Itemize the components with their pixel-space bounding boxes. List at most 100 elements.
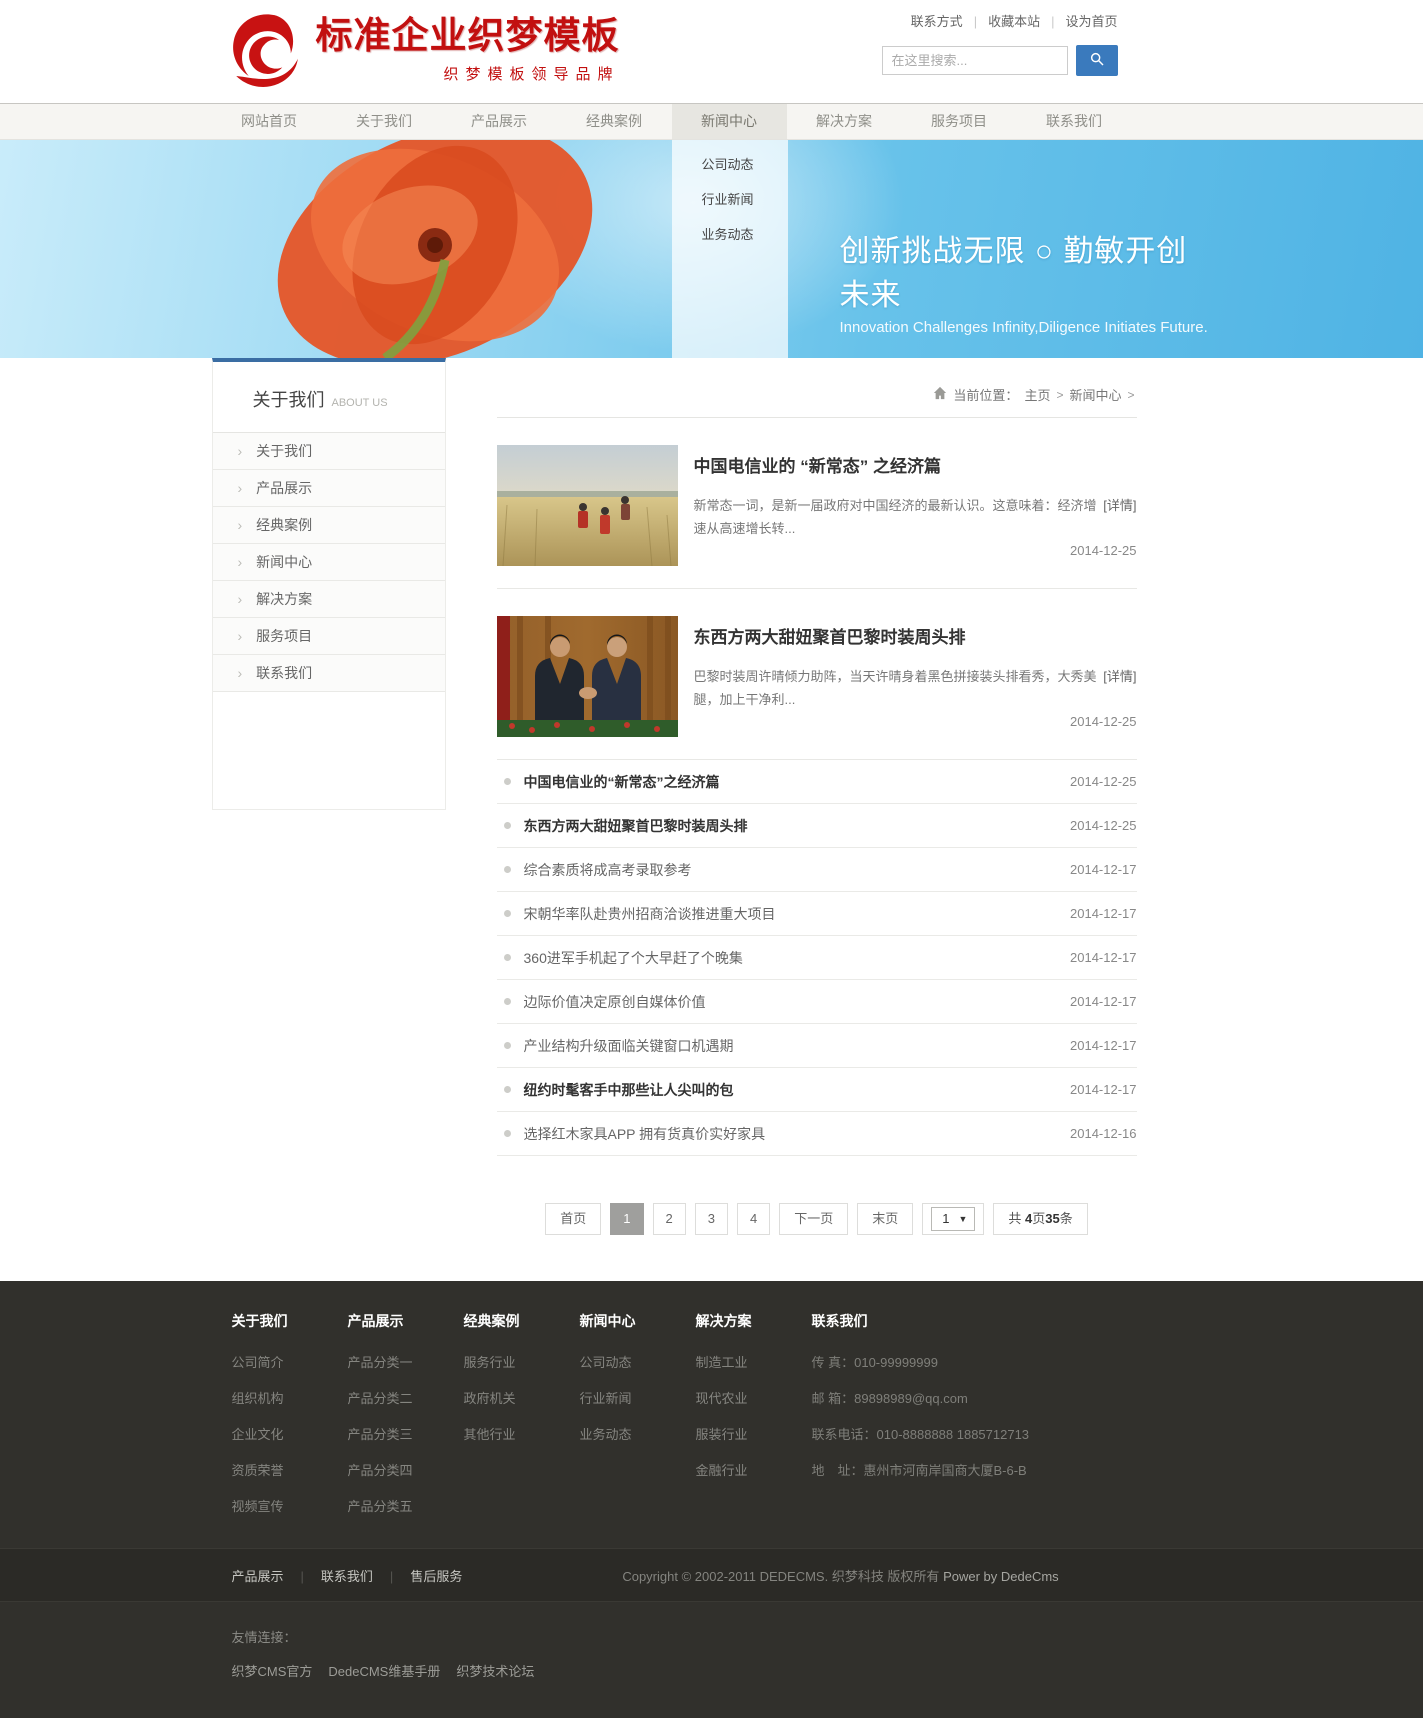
footer-link[interactable]: 制造工业 <box>696 1352 812 1371</box>
footer-link[interactable]: 公司简介 <box>232 1352 348 1371</box>
footer-link[interactable]: 资质荣誉 <box>232 1460 348 1479</box>
sidebar-item[interactable]: › 联系我们 <box>213 655 445 692</box>
footer-link[interactable]: 现代农业 <box>696 1388 812 1407</box>
news-link[interactable]: 东西方两大甜妞聚首巴黎时装周头排 <box>524 816 748 836</box>
footer-column: 产品展示 产品分类一产品分类二产品分类三产品分类四产品分类五 <box>348 1311 464 1532</box>
sidebar-item[interactable]: › 经典案例 <box>213 507 445 544</box>
sidebar-item-label: 产品展示 <box>256 478 312 498</box>
article-thumbnail-handshake-photo[interactable] <box>497 616 678 737</box>
news-link[interactable]: 纽约时髦客手中那些让人尖叫的包 <box>524 1080 734 1100</box>
footer-link[interactable]: 服务行业 <box>464 1352 580 1371</box>
nav-item[interactable]: 产品展示 <box>442 104 557 139</box>
bullet-icon <box>504 1130 511 1137</box>
pagination-page-button[interactable]: 4 <box>737 1203 770 1235</box>
article-detail-link[interactable]: [详情] <box>1103 494 1136 517</box>
search-input[interactable] <box>882 46 1068 75</box>
sidebar-item[interactable]: › 解决方案 <box>213 581 445 618</box>
footer-link[interactable]: 行业新闻 <box>580 1388 696 1407</box>
pagination-first-button[interactable]: 首页 <box>545 1203 601 1235</box>
contact-line: 邮 箱：89898989@qq.com <box>812 1388 1212 1407</box>
footer-link[interactable]: 产品分类五 <box>348 1496 464 1515</box>
article-thumbnail-field-photo[interactable] <box>497 445 678 566</box>
copyright-text: Copyright © 2002-2011 DEDECMS. 织梦科技 版权所有… <box>622 1566 1058 1585</box>
news-article: 中国电信业的 “新常态” 之经济篇 [详情] 新常态一词，是新一届政府对中国经济… <box>497 418 1137 589</box>
nav-item[interactable]: 网站首页 <box>212 104 327 139</box>
article-detail-link[interactable]: [详情] <box>1103 665 1136 688</box>
footer-column: 新闻中心 公司动态行业新闻业务动态 <box>580 1311 696 1532</box>
footer-link[interactable]: 公司动态 <box>580 1352 696 1371</box>
news-row: 综合素质将成高考录取参考 2014-12-17 <box>497 848 1137 892</box>
article-title[interactable]: 中国电信业的 “新常态” 之经济篇 <box>694 452 1137 477</box>
page-select[interactable]: 1 ▼ <box>922 1203 984 1235</box>
news-date: 2014-12-17 <box>1070 1038 1137 1053</box>
footer-link[interactable]: 服装行业 <box>696 1424 812 1443</box>
friend-link[interactable]: DedeCMS维基手册 <box>328 1661 440 1680</box>
footer-link[interactable]: 组织机构 <box>232 1388 348 1407</box>
site-title: 标准企业织梦模板 <box>316 12 620 60</box>
footer-link[interactable]: 产品分类二 <box>348 1388 464 1407</box>
dropdown-item[interactable]: 业务动态 <box>672 217 788 252</box>
footer-bottom-link[interactable]: 产品展示 <box>232 1566 284 1585</box>
pagination-page-button[interactable]: 2 <box>653 1203 686 1235</box>
breadcrumb-section-link[interactable]: 新闻中心 <box>1069 385 1121 404</box>
footer-bottom-link[interactable]: 联系我们 <box>284 1566 373 1585</box>
nav-item[interactable]: 关于我们 <box>327 104 442 139</box>
news-date: 2014-12-17 <box>1070 906 1137 921</box>
chevron-right-icon: › <box>238 554 243 570</box>
footer: 关于我们 公司简介组织机构企业文化资质荣誉视频宣传 产品展示 产品分类一产品分类… <box>0 1281 1423 1718</box>
nav-item[interactable]: 新闻中心 <box>672 104 787 139</box>
nav-item[interactable]: 经典案例 <box>557 104 672 139</box>
friend-link[interactable]: 织梦技术论坛 <box>456 1661 534 1680</box>
friend-link[interactable]: 织梦CMS官方 <box>232 1661 313 1680</box>
footer-link[interactable]: 政府机关 <box>464 1388 580 1407</box>
top-link[interactable]: 设为首页 <box>1040 11 1117 30</box>
search-button[interactable] <box>1076 45 1118 76</box>
logo[interactable]: 标准企业织梦模板 织梦模板领导品牌 <box>230 12 620 90</box>
footer-column-title: 关于我们 <box>232 1311 348 1331</box>
pagination-page-button[interactable]: 1 <box>610 1203 643 1235</box>
news-link[interactable]: 边际价值决定原创自媒体价值 <box>524 992 706 1012</box>
nav-item[interactable]: 解决方案 <box>787 104 902 139</box>
footer-link[interactable]: 产品分类四 <box>348 1460 464 1479</box>
sidebar-item[interactable]: › 关于我们 <box>213 433 445 470</box>
dropdown-item[interactable]: 行业新闻 <box>672 182 788 217</box>
footer-link[interactable]: 金融行业 <box>696 1460 812 1479</box>
dropdown-item[interactable]: 公司动态 <box>672 147 788 182</box>
news-link[interactable]: 选择红木家具APP 拥有货真价实好家具 <box>524 1124 766 1144</box>
sidebar: 关于我们ABOUT US › 关于我们 › 产品展示 › 经典案例 <box>212 358 446 810</box>
news-link[interactable]: 宋朝华率队赴贵州招商洽谈推进重大项目 <box>524 904 776 924</box>
powered-by-link[interactable]: Power by DedeCms <box>943 1569 1059 1584</box>
news-link[interactable]: 360进军手机起了个大早赶了个晚集 <box>524 948 743 968</box>
news-link[interactable]: 产业结构升级面临关键窗口机遇期 <box>524 1036 734 1056</box>
sidebar-item-label: 联系我们 <box>256 663 312 683</box>
sidebar-item-label: 解决方案 <box>256 589 312 609</box>
pagination-last-button[interactable]: 末页 <box>857 1203 913 1235</box>
news-link[interactable]: 综合素质将成高考录取参考 <box>524 860 692 880</box>
top-link[interactable]: 联系方式 <box>911 11 963 30</box>
footer-link[interactable]: 其他行业 <box>464 1424 580 1443</box>
footer-bottom-link[interactable]: 售后服务 <box>373 1566 462 1585</box>
caret-down-icon: ▼ <box>958 1209 967 1229</box>
nav-item[interactable]: 服务项目 <box>902 104 1017 139</box>
footer-link[interactable]: 业务动态 <box>580 1424 696 1443</box>
footer-link[interactable]: 产品分类一 <box>348 1352 464 1371</box>
main-nav: 网站首页关于我们产品展示经典案例新闻中心解决方案服务项目联系我们 <box>0 103 1423 140</box>
bullet-icon <box>504 910 511 917</box>
top-link[interactable]: 收藏本站 <box>963 11 1040 30</box>
sidebar-item[interactable]: › 产品展示 <box>213 470 445 507</box>
news-date: 2014-12-17 <box>1070 994 1137 1009</box>
pagination-next-button[interactable]: 下一页 <box>779 1203 848 1235</box>
news-link[interactable]: 中国电信业的“新常态”之经济篇 <box>524 772 720 792</box>
sidebar-item[interactable]: › 服务项目 <box>213 618 445 655</box>
footer-link[interactable]: 产品分类三 <box>348 1424 464 1443</box>
article-title[interactable]: 东西方两大甜妞聚首巴黎时装周头排 <box>694 623 1137 648</box>
footer-column-title: 经典案例 <box>464 1311 580 1331</box>
footer-link[interactable]: 企业文化 <box>232 1424 348 1443</box>
nav-item[interactable]: 联系我们 <box>1017 104 1132 139</box>
breadcrumb-home-link[interactable]: 主页 <box>1024 385 1050 404</box>
pagination-page-button[interactable]: 3 <box>695 1203 728 1235</box>
sidebar-item[interactable]: › 新闻中心 <box>213 544 445 581</box>
footer-link[interactable]: 视频宣传 <box>232 1496 348 1515</box>
content-column: 当前位置： 主页 > 新闻中心 > <box>497 358 1137 1235</box>
article-date: 2014-12-25 <box>694 543 1137 558</box>
